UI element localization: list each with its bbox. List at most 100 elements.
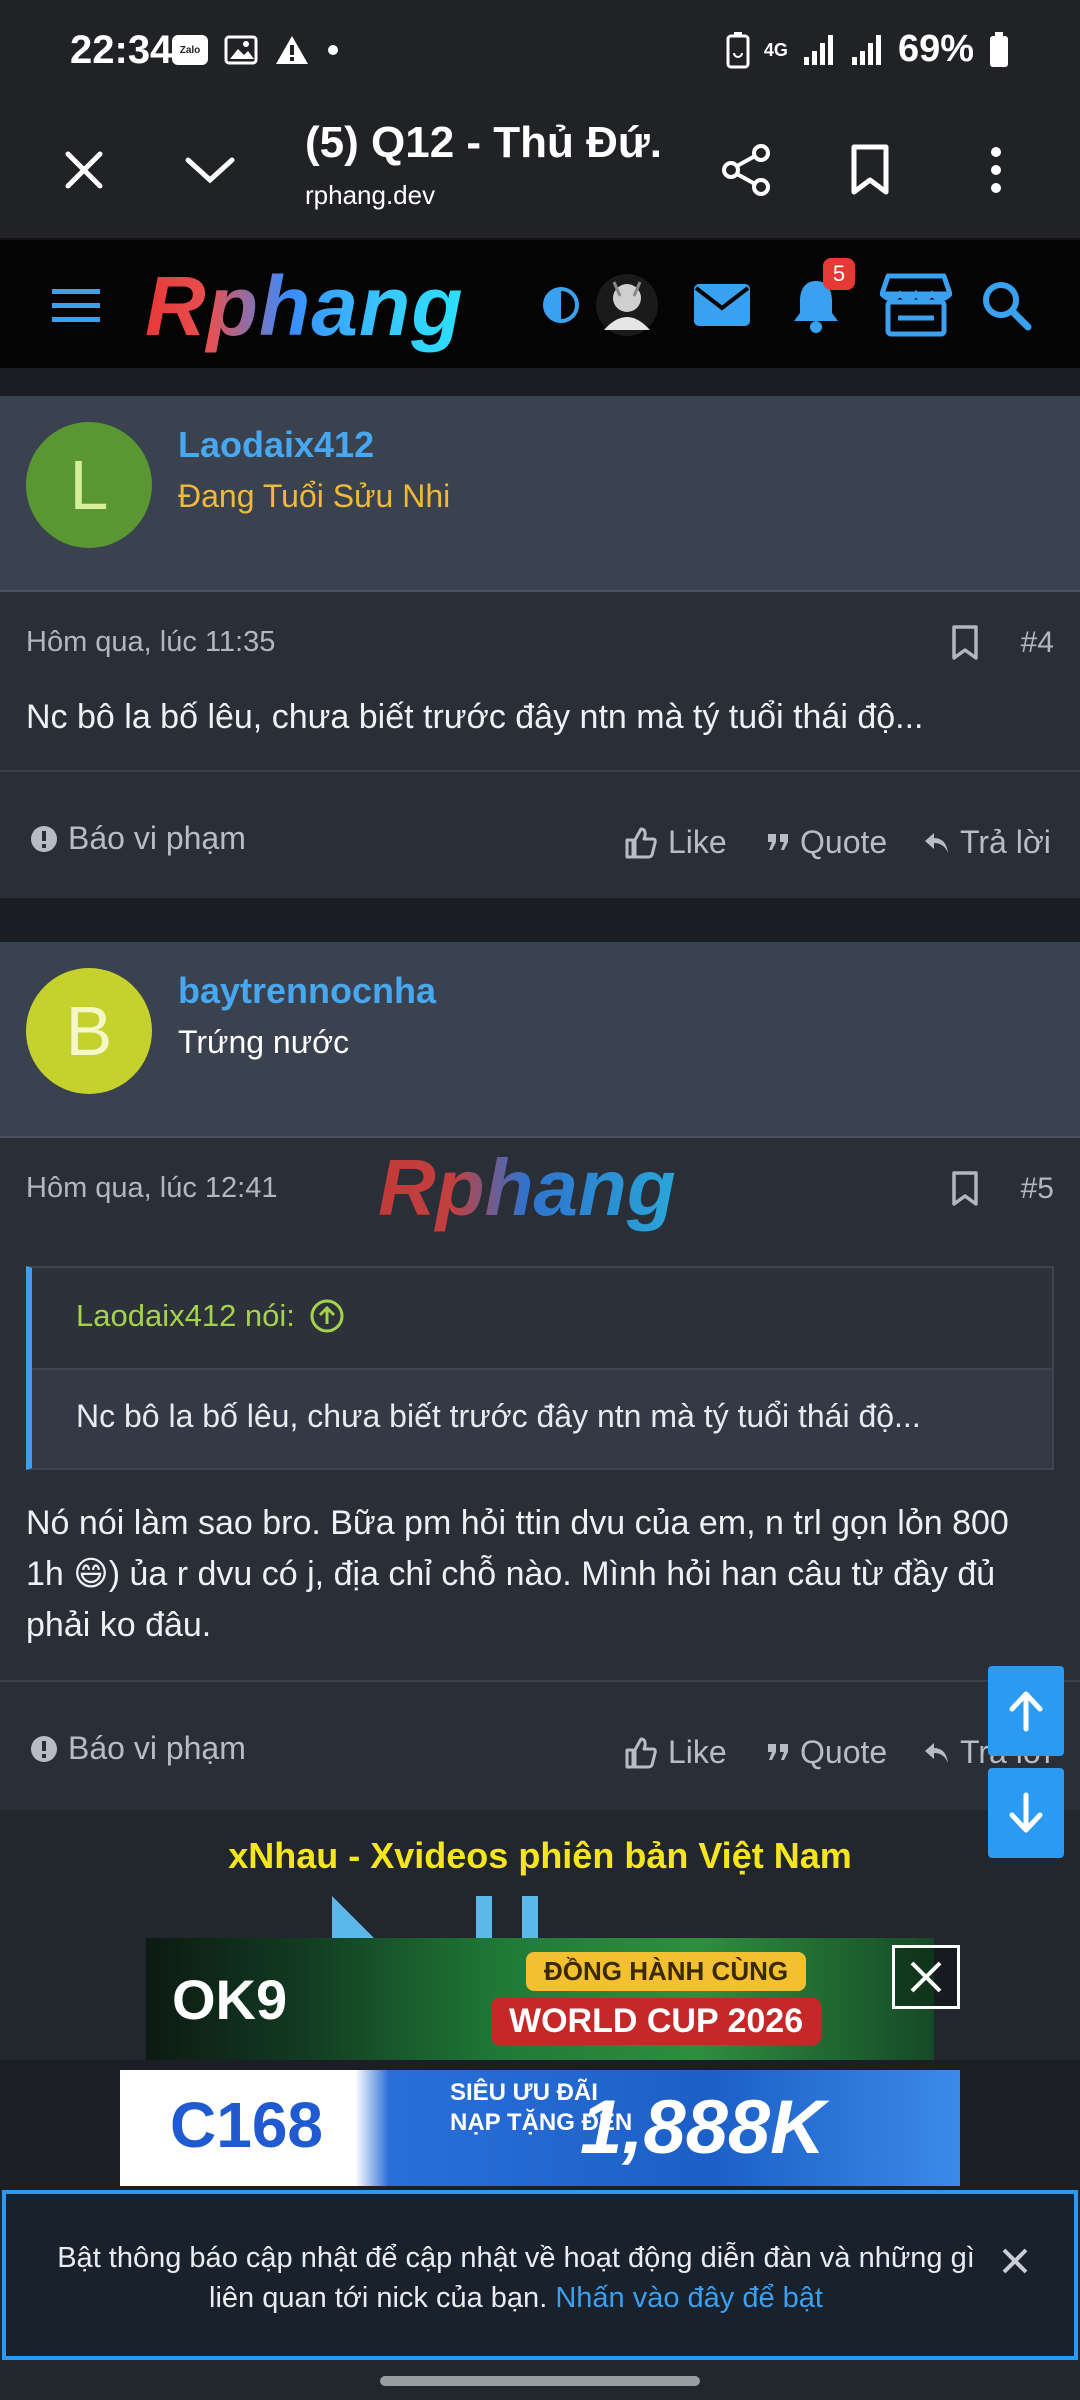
report-label: Báo vi phạm (68, 820, 246, 856)
user-title: Trứng nước (178, 1024, 350, 1060)
post-number[interactable]: #5 (1021, 1172, 1054, 1206)
bookmark-post-icon[interactable] (950, 624, 980, 662)
username-link[interactable]: Laodaix412 (178, 424, 374, 466)
report-button[interactable]: Báo vi phạm (30, 820, 246, 857)
bookmark-post-icon[interactable] (950, 1170, 980, 1208)
post-timestamp[interactable]: Hôm qua, lúc 12:41 (26, 1172, 277, 1205)
gallery-icon (224, 35, 258, 65)
quote-icon (768, 1743, 788, 1760)
bookmark-page-button[interactable] (830, 130, 910, 210)
home-gesture-bar[interactable] (380, 2376, 700, 2386)
like-label: Like (668, 824, 727, 860)
post-user-block: L Laodaix412 Đang Tuổi Sửu Nhi (0, 396, 1080, 592)
avatar (596, 274, 658, 336)
theme-toggle-button[interactable] (542, 270, 580, 340)
post-body: Nc bô la bố lêu, chưa biết trước đây ntn… (26, 698, 924, 736)
like-button[interactable]: Like (624, 824, 727, 861)
close-icon (65, 151, 103, 189)
share-icon (722, 144, 770, 196)
user-title: Đang Tuổi Sửu Nhi (178, 478, 451, 514)
signal-icon-2 (851, 34, 881, 65)
contrast-icon (543, 287, 579, 323)
arrow-up-icon (1009, 1691, 1043, 1732)
like-button[interactable]: Like (624, 1734, 727, 1771)
report-label: Báo vi phạm (68, 1730, 246, 1766)
report-button[interactable]: Báo vi phạm (30, 1730, 246, 1767)
battery-percent: 69% (897, 28, 974, 70)
warning-icon (276, 36, 308, 64)
signal-icon (803, 34, 833, 65)
zalo-icon: Zalo (172, 35, 208, 65)
post-timestamp[interactable]: Hôm qua, lúc 11:35 (26, 626, 275, 659)
close-ad-button[interactable] (892, 1945, 960, 2009)
ad-headline-link[interactable]: xNhau - Xvideos phiên bản Việt Nam (0, 1835, 1080, 1877)
quote-author: Laodaix412 nói: (76, 1298, 295, 1333)
user-avatar-button[interactable] (594, 270, 660, 340)
system-nav-bar (0, 2360, 1080, 2400)
watermark-logo: Rphang (378, 1143, 676, 1232)
messages-button[interactable] (692, 270, 752, 340)
post-user-block: B baytrennocnha Trứng nước (0, 942, 1080, 1138)
post-actions: Báo vi phạm Like Quote Trả lời (0, 1680, 1080, 1810)
mail-icon (694, 284, 750, 326)
menu-button[interactable] (50, 270, 102, 340)
alert-circle-icon (31, 1735, 57, 1762)
notification-badge: 5 (823, 258, 855, 290)
post-4: L Laodaix412 Đang Tuổi Sửu Nhi Hôm qua, … (0, 396, 1080, 898)
quote-label: Quote (800, 1734, 888, 1770)
network-type: 4G (763, 39, 788, 60)
push-notice-banner: Bật thông báo cập nhật để cập nhật về ho… (2, 2190, 1078, 2360)
thumbs-up-icon (625, 1737, 657, 1768)
close-icon (910, 1961, 942, 1993)
quote-label: Quote (800, 824, 888, 860)
ad-tagline: WORLD CUP 2026 (491, 1998, 822, 2045)
quote-button[interactable]: Quote (766, 1734, 887, 1771)
post-5: B baytrennocnha Trứng nước Hôm qua, lúc … (0, 942, 1080, 1810)
c168-banner-ad[interactable]: C168 SIÊU ƯU ĐÃI NẠP TẶNG ĐẾN 1,888K (120, 2070, 960, 2186)
dot-icon (328, 45, 338, 55)
avatar[interactable]: B (26, 968, 152, 1094)
minimize-button[interactable] (170, 130, 250, 210)
store-icon (880, 273, 952, 337)
battery-icon (990, 31, 1008, 67)
post-body: Nó nói làm sao bro. Bữa pm hỏi ttin dvu … (26, 1504, 1009, 1644)
ad-brand: OK9 (172, 1967, 288, 2031)
bookmark-icon (851, 144, 889, 195)
arrow-up-circle-icon (310, 1299, 344, 1333)
alert-circle-icon (31, 825, 57, 852)
site-logo[interactable]: Rphang (145, 258, 464, 355)
thumbs-up-icon (625, 827, 657, 858)
notice-text: Bật thông báo cập nhật để cập nhật về ho… (57, 2242, 975, 2314)
post-number[interactable]: #4 (1021, 626, 1054, 660)
browser-toolbar: (5) Q12 - Thủ Đứ... rphang.dev (0, 100, 1080, 240)
page-url[interactable]: rphang.dev (305, 180, 435, 211)
close-notice-button[interactable] (1000, 2246, 1030, 2276)
hamburger-icon (52, 289, 100, 322)
ad-brand: C168 (170, 2089, 323, 2161)
shop-button[interactable] (880, 270, 952, 340)
chevron-down-icon (185, 157, 235, 184)
ok9-banner-ad[interactable]: OK9 ĐỒNG HÀNH CÙNG WORLD CUP 2026 (146, 1938, 934, 2060)
reply-button[interactable]: Trả lời (922, 824, 1051, 861)
like-label: Like (668, 1734, 727, 1770)
search-button[interactable] (980, 270, 1032, 340)
ad-tagline: ĐỒNG HÀNH CÙNG (526, 1952, 807, 1991)
post-actions: Báo vi phạm Like Quote Trả lời (0, 770, 1080, 908)
quote-button[interactable]: Quote (766, 824, 887, 861)
enable-notifications-link[interactable]: Nhấn vào đây để bật (555, 2282, 823, 2314)
scroll-top-button[interactable] (988, 1666, 1064, 1756)
status-bar: 22:34 Zalo 4G 69% (0, 0, 1080, 100)
close-tab-button[interactable] (44, 130, 124, 210)
site-header: Rphang (0, 240, 1080, 368)
more-options-button[interactable] (956, 130, 1036, 210)
quote-header[interactable]: Laodaix412 nói: (32, 1268, 1052, 1370)
avatar[interactable]: L (26, 422, 152, 548)
username-link[interactable]: baytrennocnha (178, 970, 436, 1012)
search-icon (983, 282, 1032, 331)
reply-icon (925, 1742, 948, 1763)
page-title: (5) Q12 - Thủ Đứ... (305, 118, 665, 167)
reply-icon (925, 832, 948, 853)
arrow-down-icon (1009, 1792, 1043, 1833)
quote-block: Laodaix412 nói: Nc bô la bố lêu, chưa bi… (26, 1266, 1054, 1470)
share-button[interactable] (706, 130, 786, 210)
